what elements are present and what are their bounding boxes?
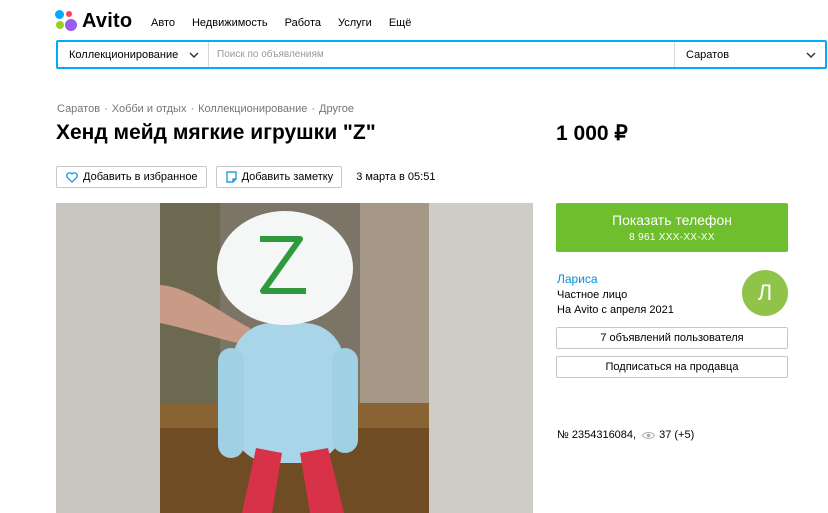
- subscribe-seller-button[interactable]: Подписаться на продавца: [556, 356, 788, 378]
- category-select-value: Коллекционирование: [69, 48, 179, 61]
- add-note-label: Добавить заметку: [241, 171, 334, 183]
- search-input[interactable]: [209, 42, 674, 67]
- listing-title: Хенд мейд мягкие игрушки "Z": [56, 121, 376, 144]
- listing-date: 3 марта в 05:51: [356, 171, 436, 183]
- add-to-favorites-button[interactable]: Добавить в избранное: [56, 166, 207, 188]
- seller-ads-button[interactable]: 7 объявлений пользователя: [556, 327, 788, 349]
- chevron-down-icon: [189, 52, 199, 58]
- breadcrumb-separator: ·: [311, 103, 316, 115]
- listing-meta: № 2354316084, 37 (+5): [557, 429, 694, 441]
- logo-text: Avito: [82, 9, 133, 32]
- nav-item-more[interactable]: Ещё: [389, 17, 412, 29]
- show-phone-label: Показать телефон: [612, 212, 732, 228]
- nav-item-realty[interactable]: Недвижимость: [192, 17, 268, 29]
- nav-item-auto[interactable]: Авто: [151, 17, 175, 29]
- seller-avatar[interactable]: Л: [742, 270, 788, 316]
- seller-since: На Avito с апреля 2021: [557, 304, 674, 316]
- note-icon: [225, 171, 237, 183]
- breadcrumb-item[interactable]: Саратов: [57, 103, 100, 115]
- seller-type: Частное лицо: [557, 289, 628, 301]
- main-nav: Авто Недвижимость Работа Услуги Ещё: [151, 17, 428, 29]
- top-header: Avito Авто Недвижимость Работа Услуги Ещ…: [0, 0, 828, 44]
- photo-blur-left: [56, 203, 160, 513]
- plush-toy-photo: [160, 203, 429, 513]
- logo-dots-icon: [55, 10, 77, 32]
- breadcrumb-item[interactable]: Другое: [319, 103, 354, 115]
- eye-icon: [642, 431, 656, 439]
- search-bar: Коллекционирование Саратов: [56, 40, 827, 69]
- city-select-value: Саратов: [686, 48, 730, 61]
- add-note-button[interactable]: Добавить заметку: [215, 166, 343, 188]
- views-count: 37 (+5): [659, 429, 695, 441]
- listing-number: № 2354316084,: [557, 429, 637, 441]
- masked-phone-number: 8 961 XXX-XX-XX: [629, 232, 715, 243]
- listing-photo[interactable]: [56, 203, 533, 513]
- seller-name-link[interactable]: Лариса: [557, 272, 598, 286]
- category-select[interactable]: Коллекционирование: [58, 42, 209, 67]
- avito-logo[interactable]: Avito: [55, 9, 132, 33]
- photo-blur-right: [429, 203, 533, 513]
- nav-item-jobs[interactable]: Работа: [285, 17, 321, 29]
- nav-item-services[interactable]: Услуги: [338, 17, 372, 29]
- show-phone-button[interactable]: Показать телефон 8 961 XXX-XX-XX: [556, 203, 788, 252]
- breadcrumb-item[interactable]: Хобби и отдых: [112, 103, 187, 115]
- breadcrumb-separator: ·: [190, 103, 195, 115]
- city-select[interactable]: Саратов: [674, 42, 825, 67]
- add-to-favorites-label: Добавить в избранное: [83, 171, 198, 183]
- listing-price: 1 000 ₽: [556, 122, 628, 145]
- breadcrumb-separator: ·: [104, 103, 108, 115]
- listing-actions: Добавить в избранное Добавить заметку 3 …: [56, 166, 435, 188]
- breadcrumb: Саратов · Хобби и отдых · Коллекциониров…: [57, 103, 354, 115]
- breadcrumb-item[interactable]: Коллекционирование: [198, 103, 307, 115]
- heart-icon: [66, 171, 78, 183]
- chevron-down-icon: [806, 52, 816, 58]
